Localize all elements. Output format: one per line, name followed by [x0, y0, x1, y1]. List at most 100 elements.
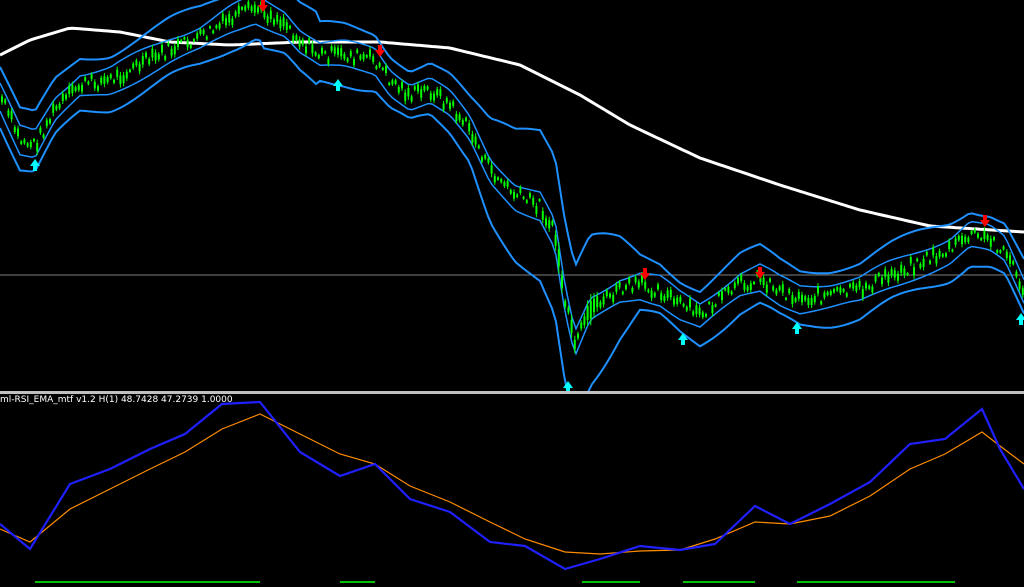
- candle: [602, 293, 605, 308]
- candle: [541, 207, 544, 224]
- candle: [929, 259, 931, 266]
- candle-body: [340, 48, 343, 57]
- candle-body: [836, 287, 839, 291]
- candle: [1, 94, 3, 105]
- candle-body: [743, 282, 746, 290]
- candle-body: [36, 142, 39, 152]
- candle: [679, 294, 682, 305]
- candle-body: [996, 250, 999, 253]
- candle-body: [349, 51, 352, 57]
- candle: [474, 133, 477, 148]
- candle-body: [109, 74, 112, 79]
- candle: [820, 300, 823, 306]
- candle-body: [244, 6, 247, 11]
- candle-body: [145, 52, 147, 58]
- candle-body: [378, 62, 381, 67]
- candle-body: [954, 238, 957, 245]
- candle-body: [714, 304, 717, 307]
- candle-body: [532, 198, 535, 205]
- candle: [413, 84, 416, 92]
- candle: [225, 15, 227, 29]
- candle-body: [615, 284, 618, 292]
- candle-body: [205, 36, 208, 40]
- candle: [730, 290, 733, 296]
- chart-window[interactable]: ml-RSI_EMA_mtf v1.2 H(1) 48.7428 47.2739…: [0, 0, 1024, 587]
- candle-body: [567, 307, 570, 313]
- candle: [500, 177, 503, 184]
- candle-body: [263, 11, 266, 18]
- candle-body: [180, 39, 183, 43]
- candle-body: [324, 51, 327, 54]
- candle-body: [804, 296, 807, 301]
- candle: [637, 279, 640, 290]
- candle: [468, 119, 471, 135]
- candle: [1002, 245, 1005, 251]
- candle-body: [852, 282, 855, 289]
- candle: [996, 248, 999, 254]
- candle-body: [868, 285, 871, 289]
- candle: [282, 14, 285, 30]
- candle-body: [753, 281, 755, 285]
- candle: [23, 138, 26, 145]
- candle-body: [23, 139, 26, 144]
- candle-body: [164, 55, 167, 60]
- price-chart-pane[interactable]: [0, 0, 1024, 391]
- candle: [289, 24, 291, 30]
- candle-body: [602, 296, 605, 305]
- candle: [154, 49, 157, 64]
- candle-body: [58, 103, 61, 109]
- candle-body: [980, 237, 983, 241]
- candle: [234, 9, 237, 19]
- candle-body: [1009, 255, 1011, 264]
- candle: [20, 140, 23, 146]
- candle-body: [557, 249, 560, 267]
- candle: [532, 195, 535, 208]
- candle: [1009, 252, 1011, 268]
- indicator-pane[interactable]: [0, 394, 1024, 587]
- candle-body: [445, 98, 448, 103]
- price-chart-svg[interactable]: [0, 0, 1024, 391]
- candle-body: [887, 274, 890, 283]
- candle-body: [177, 39, 179, 47]
- candle-body: [71, 84, 74, 93]
- candle: [682, 302, 685, 308]
- candle-body: [525, 199, 528, 203]
- candle-body: [449, 102, 451, 109]
- candle: [173, 43, 176, 58]
- indicator-svg[interactable]: [0, 394, 1024, 587]
- candle: [452, 99, 455, 109]
- candle: [516, 193, 519, 199]
- candle-body: [564, 300, 567, 307]
- candle-body: [791, 295, 794, 304]
- candle-body: [970, 230, 973, 235]
- candle-body: [906, 272, 909, 276]
- candle: [109, 72, 112, 80]
- candle-body: [45, 120, 48, 127]
- candle-body: [196, 33, 199, 39]
- candle-body: [1, 96, 3, 103]
- candle-body: [490, 165, 493, 174]
- candle: [212, 29, 215, 35]
- candle-body: [135, 60, 138, 66]
- candle-body: [33, 138, 35, 142]
- candle: [804, 294, 807, 303]
- candle: [785, 296, 787, 301]
- candle: [989, 235, 992, 250]
- candle-body: [215, 25, 218, 29]
- indicator-label: ml-RSI_EMA_mtf v1.2 H(1) 48.7428 47.2739…: [0, 395, 233, 405]
- candle: [423, 84, 426, 93]
- candle: [817, 283, 819, 297]
- candle: [970, 229, 973, 236]
- candle-body: [218, 23, 221, 29]
- candle: [324, 50, 327, 55]
- candle: [977, 231, 979, 240]
- candle-body: [945, 253, 947, 257]
- candle-body: [305, 46, 307, 54]
- candle: [913, 263, 915, 280]
- candle: [897, 270, 899, 284]
- candle-body: [500, 179, 503, 183]
- candle: [490, 161, 493, 178]
- candle: [788, 287, 791, 295]
- candle-body: [541, 210, 544, 220]
- candle-body: [477, 145, 480, 149]
